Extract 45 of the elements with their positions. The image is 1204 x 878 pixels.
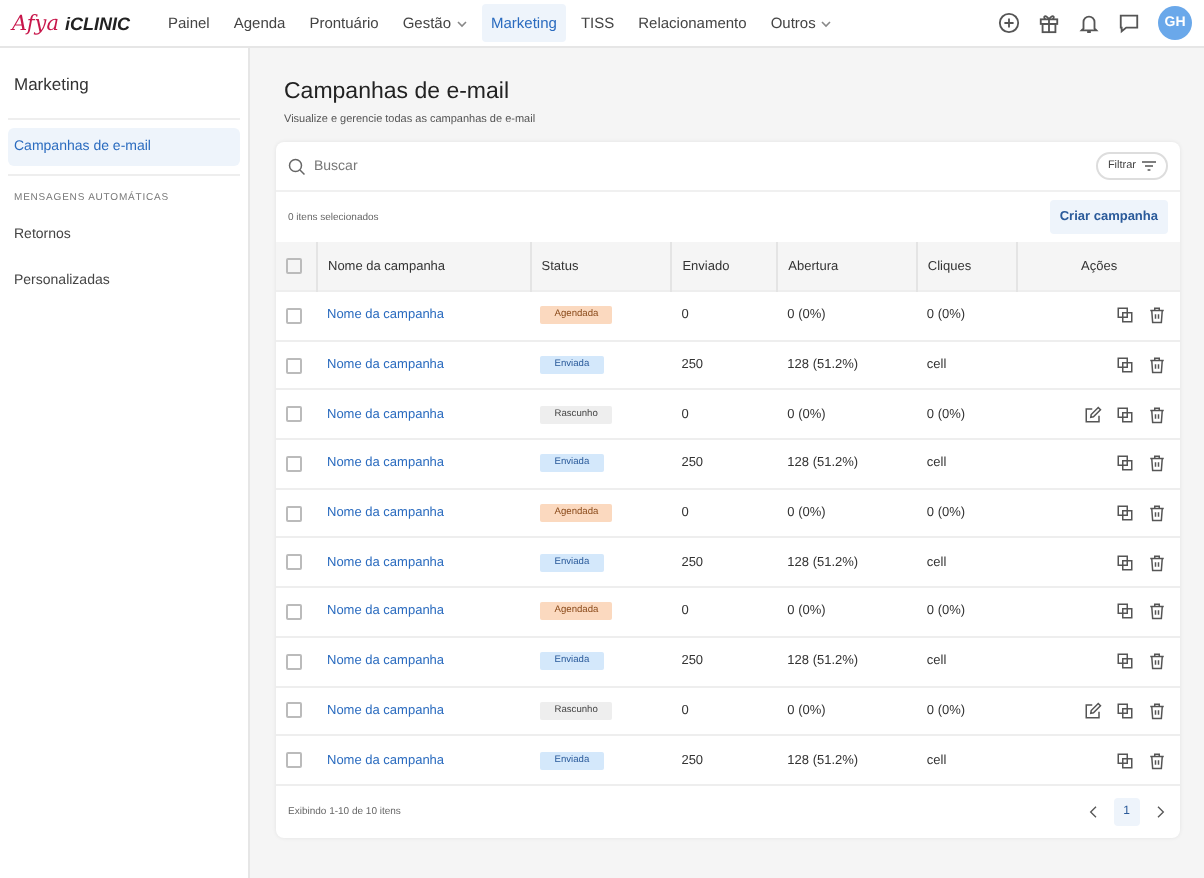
row-checkbox[interactable] — [286, 307, 302, 324]
trash-icon[interactable] — [1148, 306, 1166, 325]
row-checkbox[interactable] — [286, 702, 302, 719]
row-checkbox[interactable] — [286, 603, 302, 620]
trash-icon[interactable] — [1148, 405, 1166, 424]
logo-product: iCLINIC — [64, 13, 130, 33]
trash-icon[interactable] — [1148, 652, 1166, 671]
sidebar-title: Marketing — [8, 48, 240, 120]
row-checkbox[interactable] — [286, 406, 302, 423]
trash-icon[interactable] — [1148, 553, 1166, 572]
gift-icon[interactable] — [1038, 12, 1060, 34]
copy-icon[interactable] — [1116, 454, 1134, 473]
trash-icon[interactable] — [1148, 504, 1166, 523]
copy-icon[interactable] — [1116, 751, 1134, 770]
copy-icon[interactable] — [1116, 306, 1134, 325]
logo-brand: Afya — [12, 11, 59, 35]
chevron-left-icon[interactable] — [1085, 804, 1102, 821]
select-all-checkbox[interactable] — [286, 258, 302, 274]
copy-icon[interactable] — [1116, 356, 1134, 375]
trash-icon[interactable] — [1148, 701, 1166, 720]
add-icon[interactable] — [998, 12, 1020, 34]
search-icon — [288, 157, 306, 175]
copy-icon[interactable] — [1116, 504, 1134, 523]
trash-icon[interactable] — [1148, 454, 1166, 473]
trash-icon[interactable] — [1148, 602, 1166, 621]
chevron-right-icon[interactable] — [1152, 804, 1168, 821]
edit-icon[interactable] — [1084, 701, 1102, 720]
page-title: Campanhas de e-mail — [284, 80, 512, 104]
chat-icon[interactable] — [1118, 12, 1140, 34]
trash-icon[interactable] — [1148, 356, 1166, 375]
copy-icon[interactable] — [1116, 652, 1134, 671]
edit-icon[interactable] — [1084, 405, 1102, 424]
row-checkbox[interactable] — [286, 357, 302, 374]
row-checkbox[interactable] — [286, 505, 302, 522]
row-checkbox[interactable] — [286, 455, 302, 472]
row-checkbox[interactable] — [286, 752, 302, 769]
bell-icon[interactable] — [1078, 12, 1100, 34]
trash-icon[interactable] — [1148, 751, 1166, 770]
copy-icon[interactable] — [1116, 701, 1134, 720]
copy-icon[interactable] — [1116, 553, 1134, 572]
copy-icon[interactable] — [1116, 602, 1134, 621]
row-checkbox[interactable] — [286, 653, 302, 670]
copy-icon[interactable] — [1116, 405, 1134, 424]
filter-icon — [1142, 160, 1156, 172]
row-checkbox[interactable] — [286, 554, 302, 571]
